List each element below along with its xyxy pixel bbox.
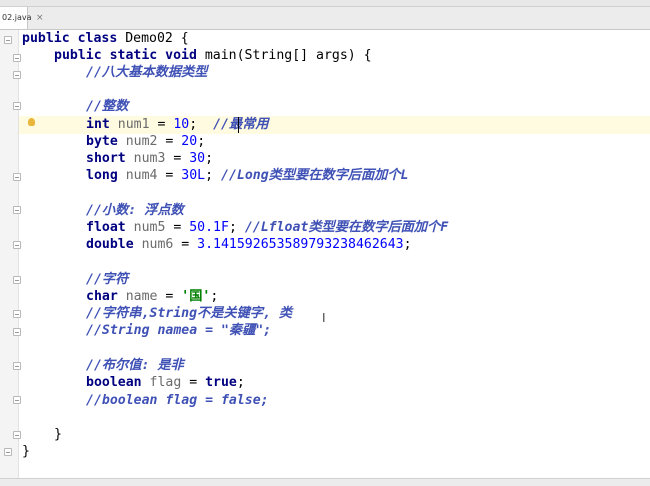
- fold-marker-icon[interactable]: [13, 328, 21, 336]
- code-line: }: [22, 444, 30, 459]
- fold-marker-icon[interactable]: [13, 362, 21, 370]
- code-line: //字符串,String不是关键字, 类: [86, 306, 293, 321]
- close-tab-icon[interactable]: ×: [36, 7, 44, 29]
- intention-bulb-icon[interactable]: [28, 118, 35, 126]
- window-top-strip: [0, 0, 650, 7]
- code-line: char name = '国';: [86, 289, 219, 304]
- code-line: long num4 = 30L; //Long类型要在数字后面加个L: [86, 168, 409, 183]
- code-line: }: [54, 427, 62, 442]
- fold-marker-icon[interactable]: [13, 102, 21, 110]
- code-line: //八大基本数据类型: [86, 65, 208, 80]
- code-line: boolean flag = true;: [86, 375, 245, 390]
- code-line: //boolean flag = false;: [86, 393, 269, 408]
- code-line: //布尔值: 是非: [86, 358, 184, 373]
- fold-marker-icon[interactable]: [13, 206, 21, 214]
- fold-marker-icon[interactable]: [13, 173, 21, 181]
- code-line: //String namea = "秦疆";: [86, 323, 272, 338]
- code-line: double num6 = 3.141592653589793238462643…: [86, 237, 412, 252]
- fold-marker-icon[interactable]: [13, 276, 21, 284]
- code-line: //整数: [86, 99, 129, 114]
- text-cursor-icon: I: [322, 311, 326, 325]
- editor-tab-bar: 02.java ×: [0, 7, 650, 30]
- file-tab[interactable]: 02.java: [0, 7, 31, 29]
- fold-marker-icon[interactable]: [13, 431, 21, 439]
- fold-marker-icon[interactable]: [13, 54, 21, 62]
- code-line: float num5 = 50.1F; //Lfloat类型要在数字后面加个F: [86, 220, 449, 235]
- code-line: int num1 = 10; //最常用: [86, 117, 269, 132]
- code-line: byte num2 = 20;: [86, 134, 206, 149]
- code-line: //字符: [86, 272, 129, 287]
- code-line: //小数: 浮点数: [86, 203, 184, 218]
- fold-marker-icon[interactable]: [13, 396, 21, 404]
- fold-marker-icon[interactable]: [13, 241, 21, 249]
- fold-marker-icon[interactable]: [4, 36, 12, 44]
- fold-marker-icon[interactable]: [13, 310, 21, 318]
- code-line: public static void main(String[] args) {: [54, 48, 372, 63]
- editor-gutter: [0, 30, 19, 478]
- code-line: short num3 = 30;: [86, 151, 214, 166]
- fold-marker-icon[interactable]: [13, 71, 21, 79]
- fold-marker-icon[interactable]: [4, 448, 12, 456]
- text-caret: [238, 117, 239, 133]
- code-line: public class Demo02 {: [22, 31, 189, 46]
